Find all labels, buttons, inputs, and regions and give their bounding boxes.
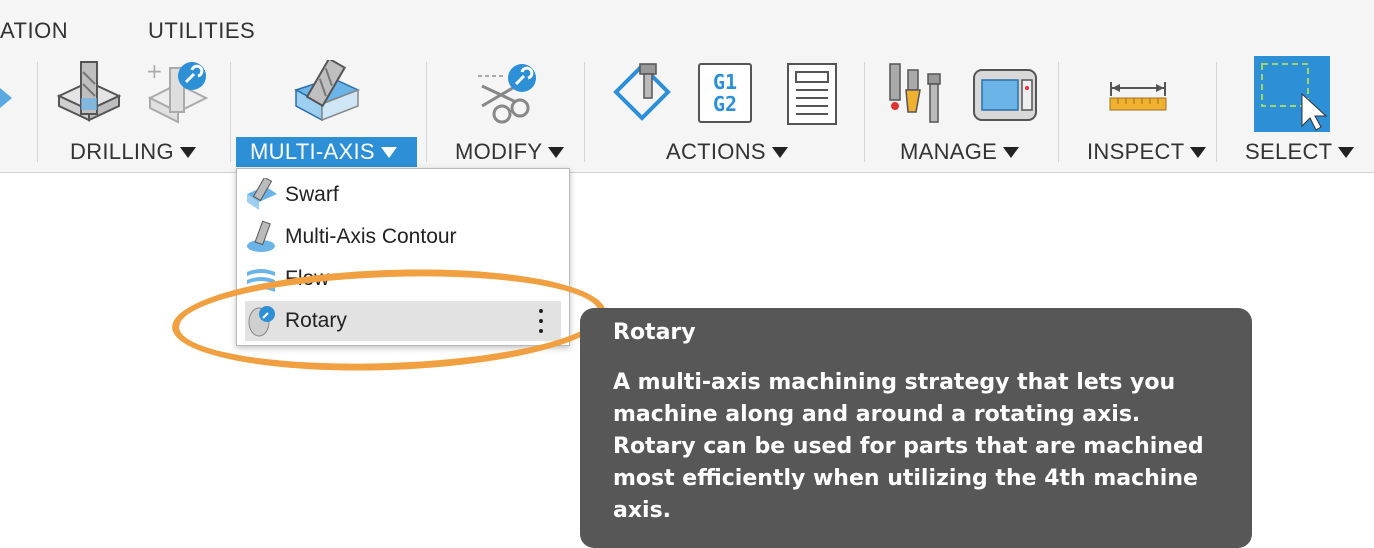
tooltip-title: Rotary xyxy=(613,320,696,345)
divider xyxy=(426,62,427,162)
caret-down-icon xyxy=(1003,146,1020,158)
actions-label: ACTIONS xyxy=(666,139,766,164)
caret-down-icon xyxy=(179,146,196,158)
machine-library-icon[interactable] xyxy=(972,68,1038,122)
multi-axis-contour-icon xyxy=(247,220,275,252)
caret-down-icon xyxy=(548,146,565,158)
drill-edit-icon[interactable]: + xyxy=(142,58,212,128)
tool-library-icon[interactable] xyxy=(886,60,952,126)
multi-axis-label: MULTI-AXIS xyxy=(250,139,375,164)
multi-axis-icon[interactable] xyxy=(292,60,362,124)
menu-item-label: Multi-Axis Contour xyxy=(285,225,457,248)
tab-utilities[interactable]: UTILITIES xyxy=(148,18,255,44)
actions-dropdown[interactable]: ACTIONS xyxy=(666,137,788,167)
divider xyxy=(1058,62,1059,162)
partial-tool-icon[interactable] xyxy=(0,80,14,120)
measure-icon[interactable] xyxy=(1108,80,1168,114)
multi-axis-dropdown[interactable]: MULTI-AXIS xyxy=(236,137,417,167)
setup-sheet-icon[interactable] xyxy=(786,62,838,126)
svg-text:+: + xyxy=(146,59,163,83)
caret-down-icon xyxy=(771,146,788,158)
post-process-icon[interactable]: G1 G2 xyxy=(698,63,752,123)
tab-fabrication[interactable]: ATION xyxy=(0,18,68,44)
caret-down-icon xyxy=(1190,146,1207,158)
inspect-label: INSPECT xyxy=(1087,139,1185,164)
simulate-icon[interactable] xyxy=(610,60,674,124)
divider xyxy=(864,62,865,162)
menu-item-swarf[interactable]: Swarf xyxy=(245,175,561,215)
swarf-icon xyxy=(247,178,277,210)
divider xyxy=(37,62,38,162)
caret-down-icon xyxy=(380,146,397,158)
menu-item-multi-axis-contour[interactable]: Multi-Axis Contour xyxy=(245,217,561,257)
modify-dropdown[interactable]: MODIFY xyxy=(455,137,565,167)
toolbar: ATION UTILITIES + G1 G2 DRILLING MULTI-A… xyxy=(0,0,1374,173)
modify-label: MODIFY xyxy=(455,139,543,164)
tooltip: Rotary A multi-axis machining strategy t… xyxy=(580,308,1252,548)
select-dropdown[interactable]: SELECT xyxy=(1245,137,1355,167)
scissors-edit-icon[interactable] xyxy=(472,62,542,126)
tooltip-body: A multi-axis machining strategy that let… xyxy=(613,370,1204,523)
menu-item-label: Swarf xyxy=(285,183,339,206)
manage-dropdown[interactable]: MANAGE xyxy=(900,137,1020,167)
divider xyxy=(584,62,585,162)
select-icon[interactable] xyxy=(1254,56,1330,132)
post-process-g1-label: G1 xyxy=(712,70,738,94)
divider xyxy=(1216,62,1217,162)
drilling-dropdown[interactable]: DRILLING xyxy=(70,137,196,167)
manage-label: MANAGE xyxy=(900,139,998,164)
select-label: SELECT xyxy=(1245,139,1333,164)
drill-icon[interactable] xyxy=(55,58,125,128)
divider xyxy=(230,62,231,162)
drilling-label: DRILLING xyxy=(70,139,174,164)
inspect-dropdown[interactable]: INSPECT xyxy=(1087,137,1207,167)
post-process-g2-label: G2 xyxy=(712,92,738,116)
caret-down-icon xyxy=(1338,146,1355,158)
